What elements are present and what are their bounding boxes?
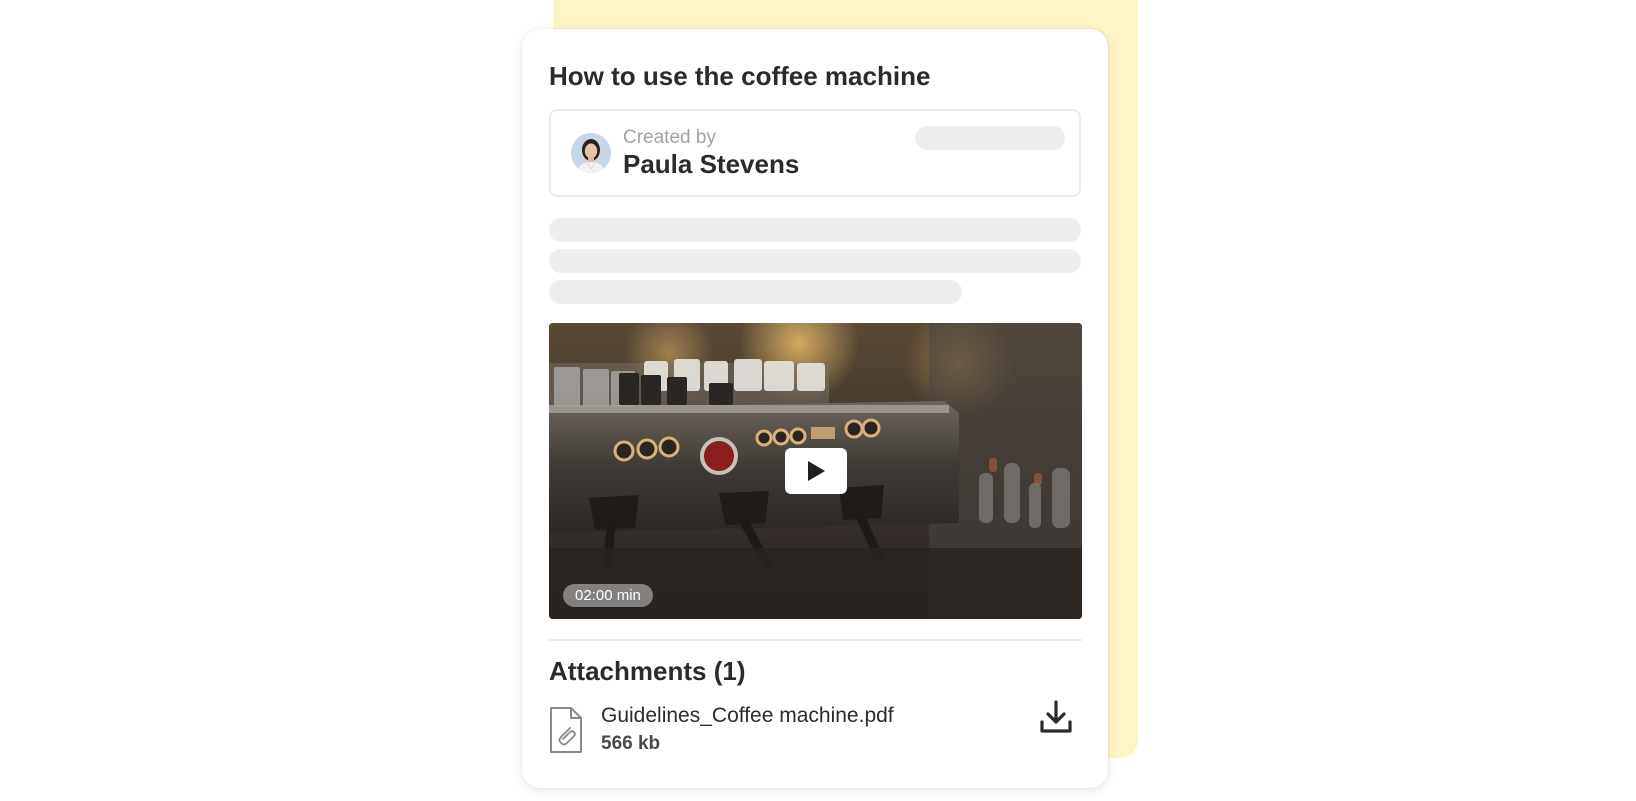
attachments-title: Attachments (1): [549, 656, 746, 686]
attachment-item[interactable]: Guidelines_Coffee machine.pdf 566 kb: [549, 700, 1082, 760]
attachment-file-size: 566 kb: [601, 733, 661, 754]
play-button[interactable]: [785, 448, 847, 494]
knowledge-card: How to use the coffee machine Created by…: [522, 29, 1108, 788]
card-title: How to use the coffee machine: [549, 61, 931, 91]
attachment-file-name[interactable]: Guidelines_Coffee machine.pdf: [601, 704, 894, 728]
author-box: Created by Paula Stevens: [549, 109, 1081, 197]
description-placeholder-line: [549, 249, 1081, 273]
created-by-label: Created by: [623, 127, 716, 148]
video-duration-badge: 02:00 min: [563, 584, 653, 607]
author-avatar: [571, 133, 611, 173]
download-button[interactable]: [1036, 698, 1076, 738]
author-name: Paula Stevens: [623, 149, 800, 179]
section-divider: [549, 639, 1082, 641]
download-icon: [1040, 700, 1072, 733]
description-placeholder-line: [549, 218, 1081, 242]
author-meta-placeholder: [915, 126, 1065, 150]
play-icon: [808, 461, 825, 481]
user-avatar-icon: [571, 133, 611, 173]
file-attachment-icon: [550, 707, 582, 753]
description-placeholder-line: [549, 280, 962, 304]
video-player[interactable]: 02:00 min: [549, 323, 1082, 619]
